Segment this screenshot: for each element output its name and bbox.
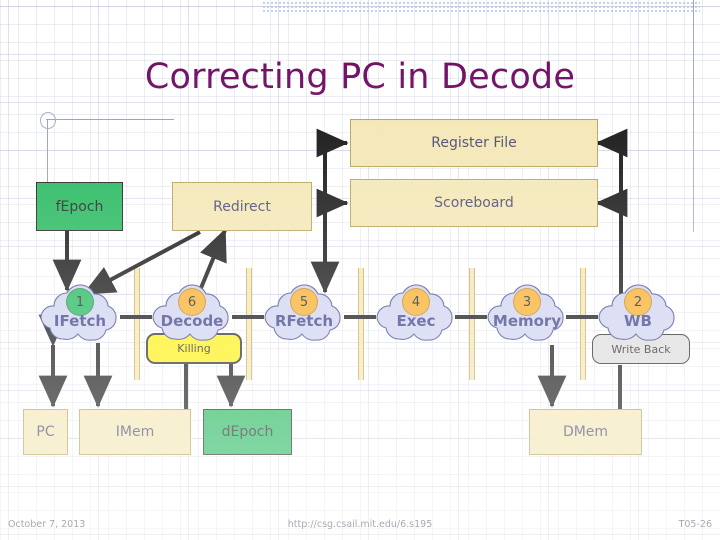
stage-ifetch[interactable]: 1 IFetch — [34, 282, 126, 356]
right-decorative-rule — [693, 0, 694, 232]
stage-ifetch-label: IFetch — [53, 312, 107, 330]
stage-rfetch-label: RFetch — [274, 312, 334, 330]
box-redirect[interactable]: Redirect — [172, 182, 312, 231]
decorative-circle — [40, 112, 56, 129]
title-underline-rule — [46, 119, 174, 120]
stage-decode-number: 6 — [187, 294, 197, 310]
stage-memory[interactable]: 3 Memory — [481, 282, 573, 356]
box-register-file[interactable]: Register File — [350, 119, 598, 167]
box-depoch-label: dEpoch — [221, 424, 274, 440]
stage-separator-5 — [580, 268, 586, 380]
footer-slide-id: T05-26 — [678, 519, 712, 530]
box-pc-label: PC — [36, 424, 55, 440]
stage-memory-number: 3 — [522, 294, 532, 310]
box-fepoch[interactable]: fEpoch — [36, 182, 123, 231]
stage-exec-number: 4 — [411, 294, 421, 310]
stage-decode[interactable]: 6 Decode — [146, 282, 238, 356]
stage-separator-3 — [358, 268, 364, 380]
box-pc[interactable]: PC — [23, 409, 68, 455]
stage-rfetch-number: 5 — [299, 294, 309, 310]
box-depoch[interactable]: dEpoch — [203, 409, 292, 455]
stage-decode-label: Decode — [160, 312, 224, 330]
stage-wb[interactable]: 2 WB — [592, 282, 684, 356]
box-redirect-label: Redirect — [213, 198, 271, 215]
stage-wb-label: WB — [624, 312, 652, 330]
stage-exec[interactable]: 4 Exec — [370, 282, 462, 356]
slide-canvas: Correcting PC in Decode fEpoch Redirect … — [0, 0, 720, 540]
box-scoreboard[interactable]: Scoreboard — [350, 179, 598, 227]
box-imem[interactable]: IMem — [79, 409, 191, 455]
stage-rfetch[interactable]: 5 RFetch — [258, 282, 350, 356]
stage-memory-label: Memory — [492, 312, 562, 330]
footer-url: http://csg.csail.mit.edu/6.s195 — [287, 519, 433, 530]
stage-separator-2 — [246, 268, 252, 380]
box-scoreboard-label: Scoreboard — [434, 195, 514, 211]
box-imem-label: IMem — [115, 424, 155, 440]
stage-separator-1 — [134, 268, 140, 380]
page-title: Correcting PC in Decode — [144, 57, 576, 97]
top-decorative-band — [262, 1, 700, 12]
box-dmem-label: DMem — [562, 424, 609, 440]
stage-separator-4 — [469, 268, 475, 380]
box-dmem[interactable]: DMem — [529, 409, 642, 455]
stage-exec-label: Exec — [396, 312, 436, 330]
box-register-file-label: Register File — [431, 135, 517, 151]
box-fepoch-label: fEpoch — [55, 198, 104, 215]
stage-ifetch-number: 1 — [75, 294, 85, 310]
stage-wb-number: 2 — [633, 294, 643, 310]
